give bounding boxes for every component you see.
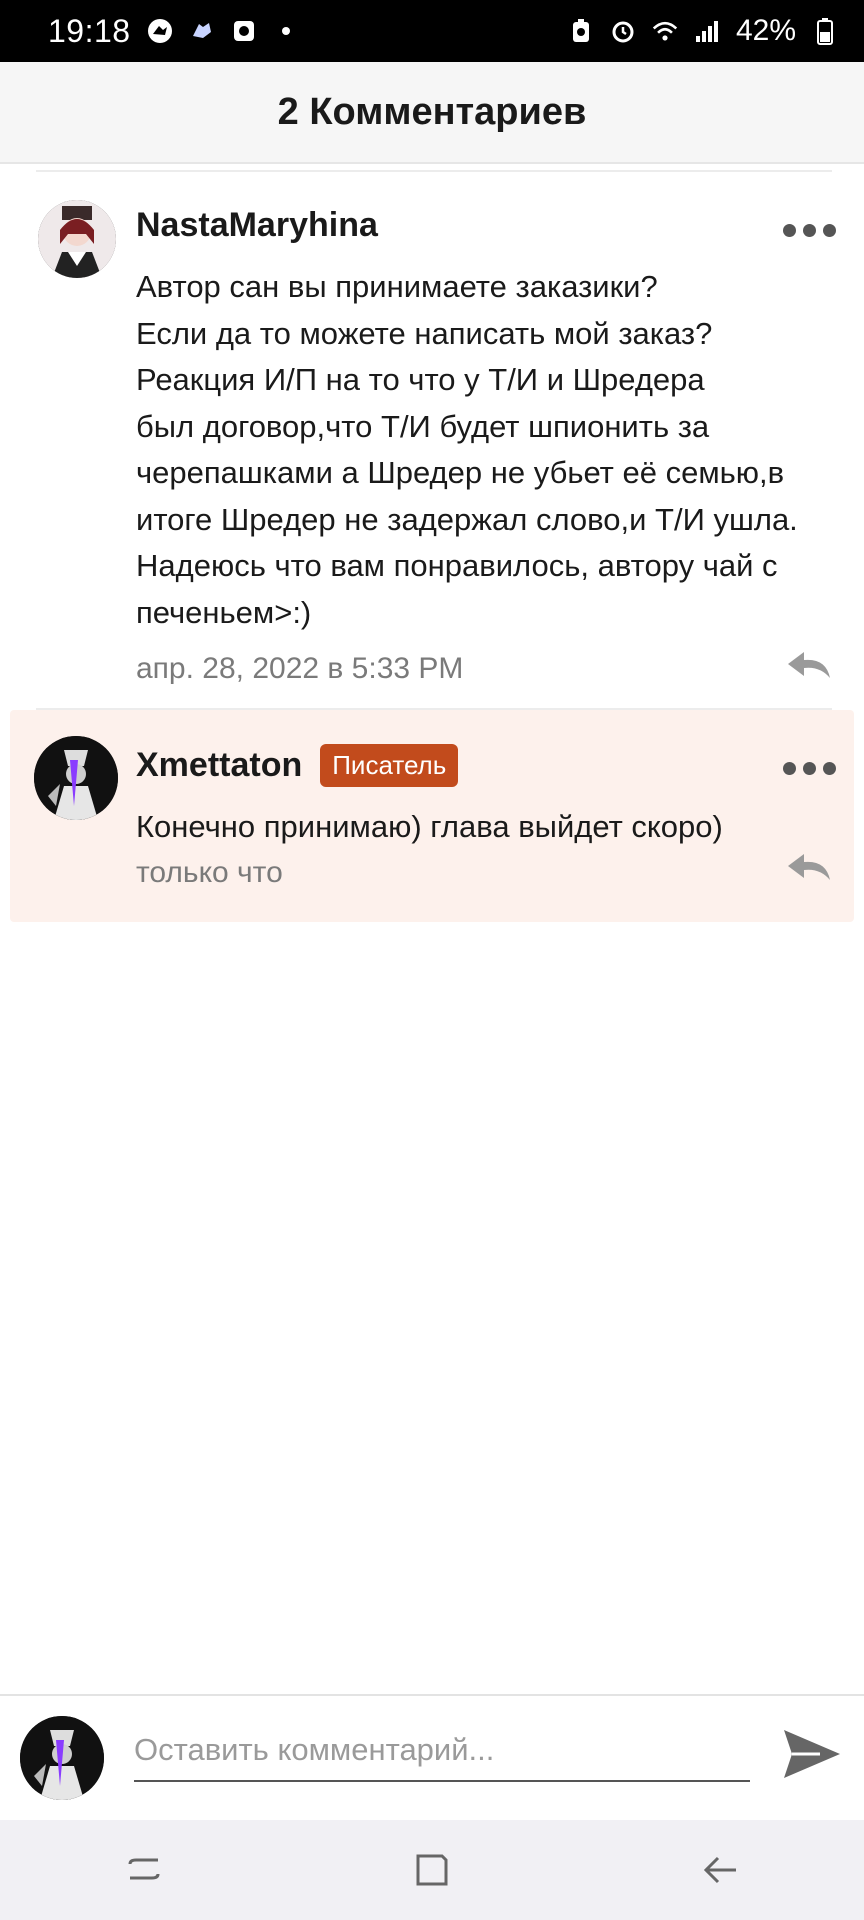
reply-icon[interactable] (784, 850, 832, 884)
system-navigation-bar (0, 1820, 864, 1920)
battery-saver-icon (568, 18, 594, 44)
comment-timestamp: апр. 28, 2022 в 5:33 PM (136, 652, 464, 685)
media-icon (231, 18, 257, 44)
more-options-icon[interactable] (783, 224, 836, 237)
home-icon (416, 1854, 448, 1886)
recents-button[interactable] (104, 1840, 184, 1900)
comment-input-bar (0, 1694, 864, 1821)
author-name[interactable]: NastaMaryhina (136, 206, 378, 245)
gamepad-icon (189, 18, 215, 44)
comment-timestamp: только что (136, 856, 283, 889)
battery-icon (812, 18, 838, 45)
avatar[interactable] (34, 736, 118, 820)
comment-text: Автор сан вы принимаете заказики? Если д… (136, 269, 798, 630)
alarm-icon (610, 18, 636, 44)
wifi-icon (652, 18, 678, 44)
comment-input[interactable] (134, 1720, 750, 1782)
dinosaur-icon (147, 18, 173, 44)
more-options-icon[interactable] (783, 762, 836, 775)
battery-percentage: 42% (735, 14, 796, 47)
recents-icon (128, 1858, 160, 1880)
reply-icon[interactable] (784, 648, 832, 682)
comment-item: NastaMaryhina Автор сан вы принимаете за… (0, 164, 864, 708)
signal-icon (694, 18, 720, 44)
comment-text: Конечно принимаю) глава выйдет скоро) (136, 809, 723, 844)
avatar[interactable] (38, 200, 116, 278)
send-icon[interactable] (780, 1724, 844, 1784)
status-bar: 19:18 42% (0, 0, 864, 62)
back-button[interactable] (680, 1840, 760, 1900)
author-name[interactable]: Xmettaton (136, 746, 302, 785)
comment-item-reply: Xmettaton Писатель Конечно принимаю) гла… (10, 710, 854, 922)
header: 2 Комментариев (0, 62, 864, 164)
back-arrow-icon (703, 1856, 736, 1884)
writer-badge: Писатель (320, 744, 459, 787)
home-button[interactable] (392, 1840, 472, 1900)
notification-dot-icon (273, 18, 299, 44)
page-title: 2 Комментариев (277, 90, 587, 133)
status-time: 19:18 (48, 12, 131, 49)
avatar[interactable] (20, 1716, 104, 1800)
